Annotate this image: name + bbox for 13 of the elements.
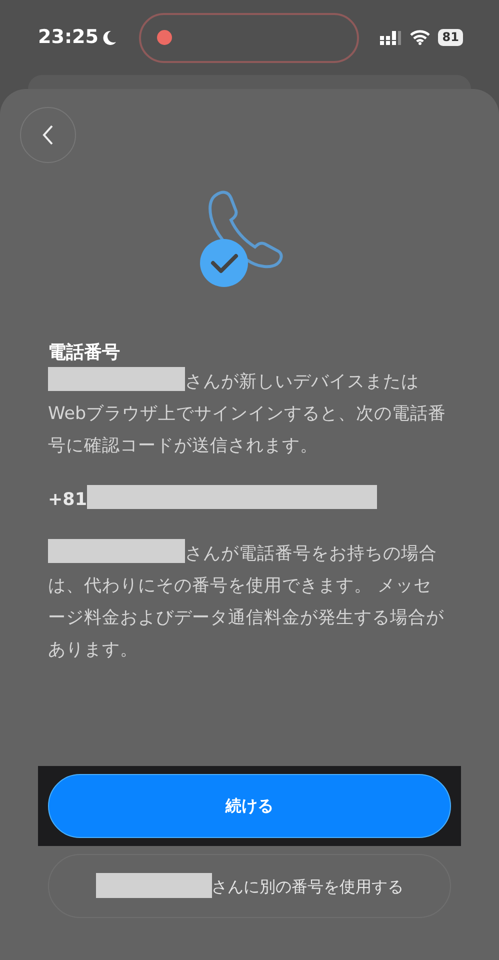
alternate-number-button[interactable]: さんに別の番号を使用する: [48, 854, 451, 918]
phone-number: +81: [48, 484, 448, 516]
chevron-left-icon: [41, 124, 55, 146]
description-text: さんが新しいデバイスまたはWebブラウザ上でサインインすると、次の電話番号に確認コードが送信されます。: [48, 366, 448, 462]
back-button[interactable]: [20, 107, 76, 163]
moon-icon: [102, 30, 118, 46]
signal-icon: [380, 30, 402, 44]
continue-button[interactable]: 続ける: [48, 774, 451, 838]
battery-level: 81: [438, 29, 463, 46]
clock-time: 23:25: [38, 25, 98, 50]
section-title: 電話番号: [48, 341, 121, 365]
description-text: さんが電話番号をお持ちの場合は、代わりにその番号を使用できます。 メッセージ料金およびデータ通信料金が発生する場合があります。: [48, 538, 448, 666]
wifi-icon: [410, 30, 430, 45]
